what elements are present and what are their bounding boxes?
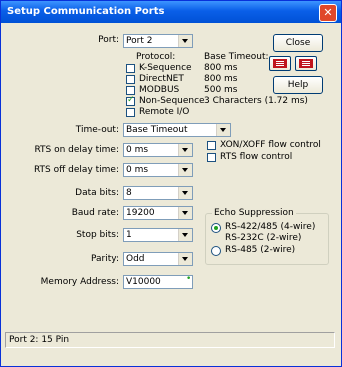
- rs422-485-4wire-radio[interactable]: [211, 223, 221, 233]
- xon-xoff-checkbox[interactable]: [207, 141, 216, 150]
- data-bits-select[interactable]: 8: [123, 186, 193, 200]
- protocol-label: Protocol:: [136, 52, 176, 62]
- chevron-down-icon: [178, 253, 192, 265]
- chevron-down-icon: [178, 187, 192, 199]
- rts-flow-label: RTS flow control: [220, 152, 293, 162]
- k-sequence-label: K-Sequence: [139, 63, 192, 73]
- timeout-value: Base Timeout: [126, 125, 188, 135]
- rs232c-2wire-label: RS-232C (2-wire): [225, 233, 302, 243]
- status-text: Port 2: 15 Pin: [9, 335, 70, 345]
- rts-flow-checkbox[interactable]: [207, 153, 216, 162]
- title-bar: Setup Communication Ports ✕: [1, 1, 341, 23]
- help-button[interactable]: Help: [273, 76, 323, 94]
- stop-bits-label: Stop bits:: [76, 230, 119, 240]
- echo-suppression-legend: Echo Suppression: [212, 208, 296, 218]
- close-button[interactable]: Close: [273, 34, 323, 52]
- chevron-down-icon: [178, 144, 192, 156]
- timeout-select[interactable]: Base Timeout: [123, 123, 231, 137]
- stop-bits-select[interactable]: 1: [123, 228, 193, 242]
- window-title: Setup Communication Ports: [7, 6, 165, 17]
- rts-off-label: RTS off delay time:: [33, 165, 119, 175]
- timeout-label: Time-out:: [75, 125, 119, 135]
- xon-xoff-label: XON/XOFF flow control: [220, 140, 321, 150]
- baud-rate-value: 19200: [126, 208, 155, 218]
- remote-io-checkbox[interactable]: [126, 108, 135, 117]
- non-sequence-label: Non-Sequence: [139, 96, 205, 106]
- parity-label: Parity:: [91, 254, 119, 264]
- rts-off-value: 0 ms: [126, 165, 149, 175]
- read-port-icon[interactable]: [269, 56, 291, 71]
- parity-value: Odd: [126, 254, 145, 264]
- base-timeout-header: Base Timeout:: [204, 52, 269, 62]
- rts-on-select[interactable]: 0 ms: [123, 143, 193, 157]
- baud-rate-select[interactable]: 19200: [123, 206, 193, 220]
- rts-on-value: 0 ms: [126, 145, 149, 155]
- dialog-window: Setup Communication Ports ✕ Port: Port 2…: [0, 0, 342, 367]
- data-bits-value: 8: [126, 188, 132, 198]
- baud-rate-label: Baud rate:: [71, 208, 119, 218]
- non-sequence-checkbox[interactable]: [126, 95, 135, 106]
- port-value: Port 2: [126, 36, 153, 46]
- chevron-down-icon: [178, 35, 192, 47]
- directnet-label: DirectNET: [139, 74, 184, 84]
- rts-off-select[interactable]: 0 ms: [123, 163, 193, 177]
- k-sequence-timeout: 800 ms: [204, 63, 238, 73]
- port-label: Port:: [98, 35, 119, 45]
- write-port-icon[interactable]: [295, 56, 317, 71]
- modbus-label: MODBUS: [139, 85, 180, 95]
- chevron-down-icon: [178, 229, 192, 241]
- parity-select[interactable]: Odd: [123, 252, 193, 266]
- chevron-down-icon: [178, 164, 192, 176]
- directnet-checkbox[interactable]: [126, 75, 135, 84]
- chevron-down-icon: [178, 207, 192, 219]
- valid-indicator-icon: •: [186, 274, 192, 284]
- status-bar: Port 2: 15 Pin: [5, 332, 335, 348]
- chevron-down-icon: [216, 124, 230, 136]
- memory-address-value: V10000: [126, 277, 161, 287]
- directnet-timeout: 800 ms: [204, 74, 238, 84]
- port-select[interactable]: Port 2: [123, 34, 193, 48]
- k-sequence-checkbox[interactable]: [126, 64, 135, 73]
- rs485-2wire-radio[interactable]: [211, 246, 221, 256]
- rs422-485-4wire-label: RS-422/485 (4-wire): [225, 222, 316, 232]
- modbus-checkbox[interactable]: [126, 86, 135, 95]
- data-bits-label: Data bits:: [75, 188, 119, 198]
- rs485-2wire-label: RS-485 (2-wire): [225, 245, 296, 255]
- memory-address-input[interactable]: V10000 •: [123, 274, 193, 289]
- stop-bits-value: 1: [126, 230, 132, 240]
- window-close-icon[interactable]: ✕: [319, 4, 337, 22]
- memory-address-label: Memory Address:: [40, 277, 119, 287]
- rts-on-label: RTS on delay time:: [34, 145, 119, 155]
- non-sequence-timeout: 3 Characters (1.72 ms): [204, 96, 308, 106]
- modbus-timeout: 500 ms: [204, 85, 238, 95]
- remote-io-label: Remote I/O: [139, 107, 190, 117]
